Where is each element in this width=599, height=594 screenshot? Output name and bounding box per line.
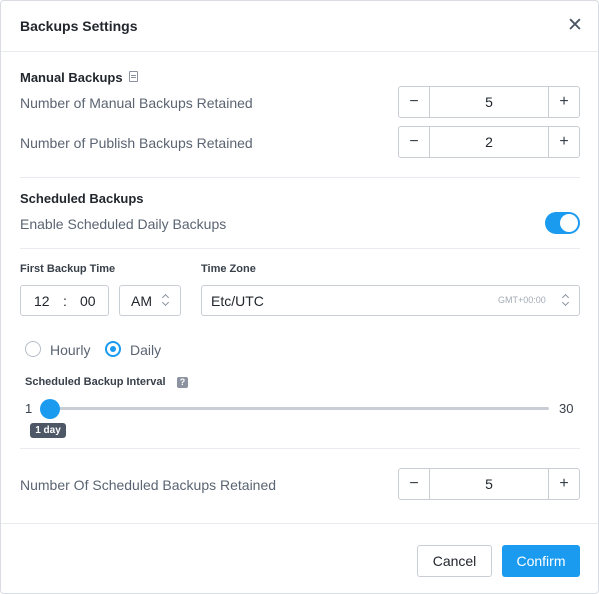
time-separator: :: [63, 293, 67, 309]
interval-slider-track[interactable]: [41, 407, 549, 410]
scheduled-retained-label: Number Of Scheduled Backups Retained: [20, 477, 277, 493]
scheduled-retained-stepper: − 5 +: [398, 468, 580, 500]
interval-tooltip: 1 day: [30, 423, 66, 438]
select-arrows-icon: [562, 293, 570, 307]
time-zone-offset: GMT+00:00: [498, 295, 546, 305]
decrement-button[interactable]: −: [399, 87, 430, 117]
hour-field[interactable]: 12: [34, 293, 50, 309]
toggle-knob: [560, 214, 578, 232]
hourly-radio[interactable]: [25, 341, 41, 357]
enable-scheduled-toggle[interactable]: [545, 212, 580, 234]
publish-retained-stepper: − 2 +: [398, 126, 580, 158]
footer-divider: [1, 523, 598, 524]
section-divider: [20, 448, 580, 449]
daily-radio-label[interactable]: Daily: [130, 342, 161, 358]
section-divider: [20, 177, 580, 178]
confirm-button[interactable]: Confirm: [502, 545, 580, 577]
select-arrows-icon: [162, 293, 170, 307]
publish-retained-value[interactable]: 2: [430, 127, 548, 157]
time-zone-select[interactable]: Etc/UTC GMT+00:00: [201, 285, 580, 316]
scheduled-backups-title: Scheduled Backups: [20, 191, 144, 206]
close-icon[interactable]: ✕: [566, 15, 584, 37]
scheduled-retained-value[interactable]: 5: [430, 469, 548, 499]
manual-backups-title: Manual Backups: [20, 70, 123, 85]
minute-field[interactable]: 00: [80, 293, 96, 309]
help-icon[interactable]: ?: [177, 377, 188, 388]
slider-max-label: 30: [559, 401, 574, 416]
increment-button[interactable]: +: [548, 469, 579, 499]
hourly-radio-label[interactable]: Hourly: [50, 342, 90, 358]
decrement-button[interactable]: −: [399, 469, 430, 499]
decrement-button[interactable]: −: [399, 127, 430, 157]
document-icon[interactable]: [129, 71, 138, 82]
interval-slider-thumb[interactable]: [40, 399, 60, 419]
backups-settings-dialog: Backups Settings ✕ Manual Backups Number…: [0, 0, 599, 594]
publish-retained-label: Number of Publish Backups Retained: [20, 135, 253, 151]
slider-min-label: 1: [25, 401, 33, 416]
time-zone-label: Time Zone: [201, 263, 256, 275]
ampm-value: AM: [131, 293, 152, 309]
cancel-button[interactable]: Cancel: [417, 545, 492, 577]
manual-retained-label: Number of Manual Backups Retained: [20, 95, 253, 111]
section-divider: [20, 248, 580, 249]
enable-scheduled-label: Enable Scheduled Daily Backups: [20, 216, 227, 232]
time-zone-value: Etc/UTC: [211, 293, 264, 309]
manual-retained-value[interactable]: 5: [430, 87, 548, 117]
interval-label: Scheduled Backup Interval: [25, 376, 166, 388]
daily-radio[interactable]: [105, 341, 121, 357]
dialog-title: Backups Settings: [20, 18, 138, 34]
increment-button[interactable]: +: [548, 127, 579, 157]
dialog-header: Backups Settings ✕: [1, 1, 598, 52]
first-backup-time-input[interactable]: 12 : 00: [20, 285, 109, 316]
manual-retained-stepper: − 5 +: [398, 86, 580, 118]
increment-button[interactable]: +: [548, 87, 579, 117]
first-backup-time-label: First Backup Time: [20, 263, 116, 275]
ampm-select[interactable]: AM: [119, 285, 181, 316]
